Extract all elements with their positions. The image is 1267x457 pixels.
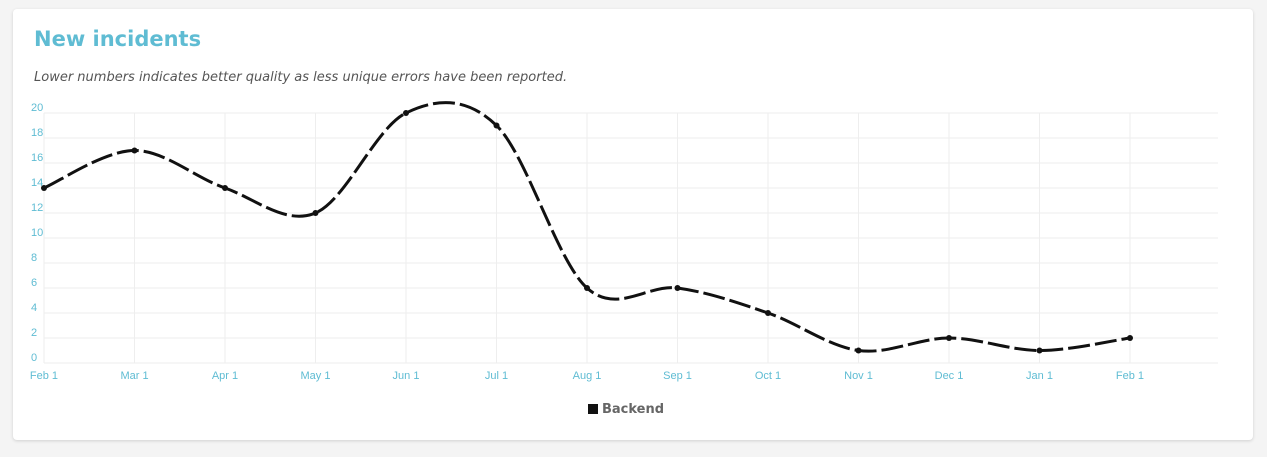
data-point (222, 185, 228, 191)
data-point (131, 147, 138, 154)
x-tick-label: Apr 1 (212, 370, 238, 382)
x-tick-label: May 1 (301, 370, 331, 382)
x-tick-label: Aug 1 (573, 370, 602, 382)
y-tick-label: 2 (31, 327, 37, 339)
y-tick-label: 8 (31, 252, 37, 264)
data-point (41, 185, 47, 191)
x-tick-label: Jan 1 (1026, 370, 1053, 382)
y-tick-label: 6 (31, 277, 37, 289)
data-point (674, 285, 681, 291)
data-point (1036, 347, 1043, 354)
data-point (584, 285, 590, 291)
data-point (1127, 335, 1133, 341)
data-point (765, 310, 771, 316)
x-tick-label: Nov 1 (844, 370, 873, 382)
y-tick-label: 0 (31, 352, 37, 364)
data-point (312, 210, 319, 216)
x-tick-label: Jun 1 (393, 370, 420, 382)
data-point (403, 110, 409, 116)
x-tick-label: Dec 1 (935, 370, 964, 382)
y-tick-label: 20 (31, 102, 43, 114)
x-tick-label: Sep 1 (663, 370, 692, 382)
y-tick-label: 12 (31, 202, 43, 214)
x-tick-label: Feb 1 (30, 370, 58, 382)
data-point (855, 347, 862, 354)
y-tick-label: 10 (31, 227, 43, 239)
line-chart: 02468101214161820Feb 1 Mar 1 Apr 1 May 1 Jun… (30, 101, 1218, 382)
data-point (946, 335, 952, 341)
y-tick-label: 18 (31, 127, 43, 139)
data-point (493, 122, 500, 129)
x-tick-label: Jul 1 (485, 370, 508, 382)
y-tick-label: 16 (31, 152, 43, 164)
x-tick-label: Feb 1 (1116, 370, 1144, 382)
x-tick-label: Mar 1 (120, 370, 148, 382)
y-tick-label: 4 (31, 302, 37, 314)
x-tick-label: Oct 1 (755, 370, 781, 382)
